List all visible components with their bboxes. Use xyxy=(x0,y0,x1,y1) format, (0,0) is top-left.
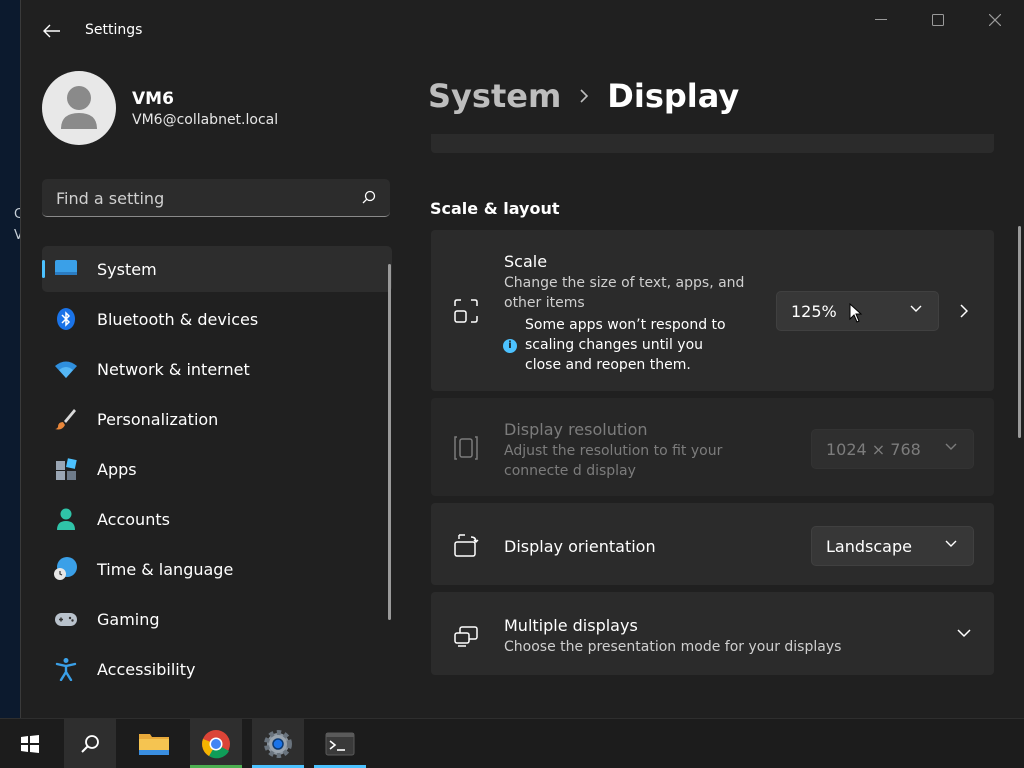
page-title: Display xyxy=(607,77,740,115)
sidebar-item-apps[interactable]: Apps xyxy=(42,446,392,492)
sidebar-item-label: Apps xyxy=(97,459,137,479)
sidebar-item-label: Time & language xyxy=(97,559,234,579)
chevron-right-icon xyxy=(960,304,968,318)
accounts-icon xyxy=(57,508,75,530)
breadcrumb-parent[interactable]: System xyxy=(428,77,561,115)
scale-card: Scale Change the size of text, apps, and… xyxy=(431,230,994,391)
orientation-dropdown-value: Landscape xyxy=(826,536,912,556)
minimize-button[interactable] xyxy=(853,0,909,40)
chevron-down-icon xyxy=(945,443,957,450)
sidebar-item-label: Personalization xyxy=(97,409,219,429)
sidebar-item-network[interactable]: Network & internet xyxy=(42,346,392,392)
chevron-down-icon xyxy=(945,540,957,547)
scale-notice: Some apps won’t respond to scaling chang… xyxy=(525,317,726,373)
search-box[interactable] xyxy=(42,179,390,217)
orientation-icon xyxy=(454,534,479,557)
display-orientation-card: Display orientation Landscape xyxy=(431,503,994,585)
chrome-icon xyxy=(202,729,230,758)
apps-icon xyxy=(56,458,77,480)
sidebar-item-gaming[interactable]: Gaming xyxy=(42,596,392,642)
sidebar-item-label: Gaming xyxy=(97,609,160,629)
close-button[interactable] xyxy=(967,0,1023,40)
orientation-dropdown[interactable]: Landscape xyxy=(811,526,974,566)
user-email: VM6@collabnet.local xyxy=(132,112,279,128)
terminal-icon xyxy=(325,732,355,755)
mouse-cursor-icon xyxy=(849,303,863,323)
multiple-displays-icon xyxy=(454,626,478,647)
terminal-button[interactable] xyxy=(314,719,366,768)
accessibility-icon xyxy=(55,658,77,681)
wifi-icon xyxy=(55,361,77,378)
sidebar-item-label: Accounts xyxy=(97,509,170,529)
chevron-down-icon xyxy=(910,305,922,312)
avatar[interactable] xyxy=(42,71,116,145)
section-heading: Scale & layout xyxy=(430,199,560,218)
settings-button[interactable] xyxy=(252,719,304,768)
scale-icon xyxy=(454,299,478,323)
resolution-icon xyxy=(454,436,478,460)
taskbar xyxy=(0,718,1024,768)
scale-dropdown-value: 125% xyxy=(791,301,837,321)
maximize-button[interactable] xyxy=(910,0,966,40)
start-icon xyxy=(21,734,39,753)
info-icon: i xyxy=(503,339,517,353)
sidebar-item-system[interactable]: System xyxy=(42,246,392,292)
brush-icon xyxy=(55,409,76,430)
settings-icon xyxy=(264,729,292,758)
resolution-dropdown-value: 1024 × 768 xyxy=(826,439,921,459)
multiple-displays-title: Multiple displays xyxy=(504,616,638,635)
close-icon xyxy=(989,14,1001,26)
search-input[interactable] xyxy=(54,179,348,217)
sidebar-item-accounts[interactable]: Accounts xyxy=(42,496,392,542)
multiple-displays-card[interactable]: Multiple displays Choose the presentatio… xyxy=(431,592,994,675)
chevron-down-icon[interactable] xyxy=(957,629,971,638)
search-icon xyxy=(81,734,99,753)
breadcrumb: System Display xyxy=(428,72,739,120)
sidebar-item-bluetooth[interactable]: Bluetooth & devices xyxy=(42,296,392,342)
sidebar-item-label: Accessibility xyxy=(97,659,196,679)
gamepad-icon xyxy=(55,613,77,626)
start-button[interactable] xyxy=(4,719,56,768)
taskbar-search-button[interactable] xyxy=(64,719,116,768)
chevron-right-icon xyxy=(579,88,589,104)
previous-card xyxy=(431,134,994,153)
sidebar-scrollbar[interactable] xyxy=(388,264,391,620)
scale-open-button[interactable] xyxy=(949,296,979,326)
search-icon[interactable] xyxy=(362,190,376,204)
user-silhouette-icon xyxy=(61,86,97,129)
multiple-displays-description: Choose the presentation mode for your di… xyxy=(504,639,842,655)
sidebar-item-label: Bluetooth & devices xyxy=(97,309,259,329)
back-button[interactable] xyxy=(37,16,67,46)
scale-description: Change the size of text, apps, and other… xyxy=(504,275,745,311)
resolution-description: Adjust the resolution to fit your connec… xyxy=(504,443,723,479)
bluetooth-icon xyxy=(57,308,75,330)
resolution-dropdown[interactable]: 1024 × 768 xyxy=(811,429,974,469)
user-name: VM6 xyxy=(132,89,174,109)
settings-window: Settings VM6 VM6@collabnet.local Find a … xyxy=(20,0,1024,718)
minimize-icon xyxy=(875,19,887,20)
sidebar-item-time-language[interactable]: Time & language xyxy=(42,546,392,592)
maximize-icon xyxy=(932,14,944,26)
resolution-title: Display resolution xyxy=(504,420,648,439)
file-explorer-icon xyxy=(139,733,169,755)
file-explorer-button[interactable] xyxy=(128,719,180,768)
app-title: Settings xyxy=(85,22,143,38)
system-icon xyxy=(55,260,77,275)
chrome-button[interactable] xyxy=(190,719,242,768)
title-bar: Settings xyxy=(21,0,1024,64)
sidebar-item-label: Network & internet xyxy=(97,359,250,379)
content-scrollbar[interactable] xyxy=(1018,226,1021,438)
globe-clock-icon xyxy=(54,557,77,580)
scale-title: Scale xyxy=(504,252,548,271)
back-arrow-icon xyxy=(43,24,60,38)
orientation-title: Display orientation xyxy=(504,537,656,556)
sidebar-item-personalization[interactable]: Personalization xyxy=(42,396,392,442)
sidebar-nav: System Bluetooth & devices Network & int… xyxy=(42,246,392,696)
sidebar-item-label: System xyxy=(97,259,157,279)
display-resolution-card: Display resolution Adjust the resolution… xyxy=(431,398,994,496)
sidebar-item-accessibility[interactable]: Accessibility xyxy=(42,646,392,692)
